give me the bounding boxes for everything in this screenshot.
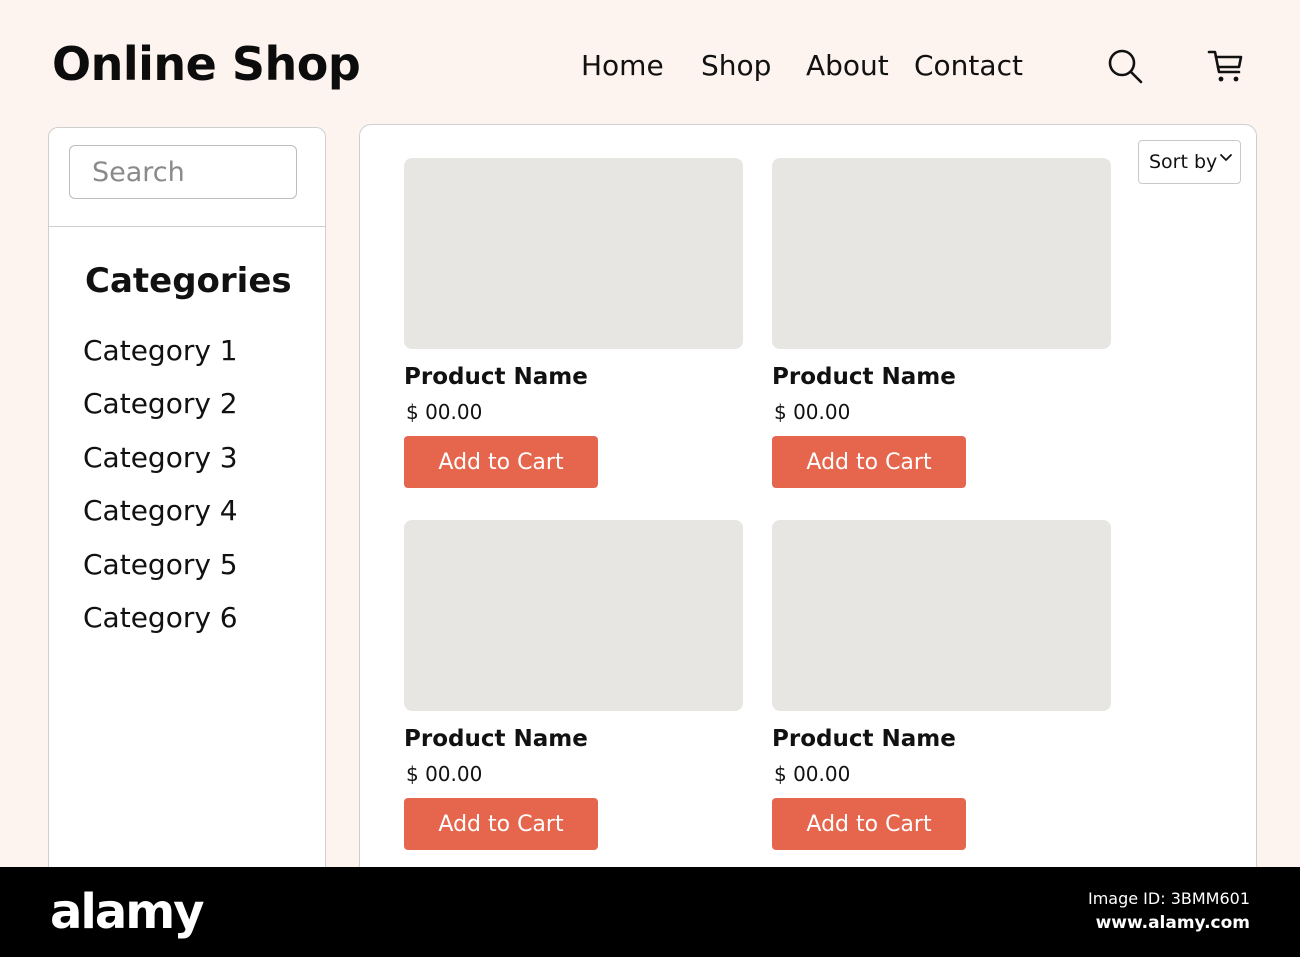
category-item-6[interactable]: Category 6 [83,591,238,644]
product-name[interactable]: Product Name [772,722,956,756]
cart-icon[interactable] [1206,46,1246,86]
product-image-placeholder[interactable] [772,158,1111,349]
categories-title: Categories [85,261,292,301]
product-price: $ 00.00 [774,762,851,786]
sidebar-divider [49,226,325,227]
product-card: Product Name $ 00.00 Add to Cart [404,158,744,493]
nav-home[interactable]: Home [581,44,664,88]
add-to-cart-button[interactable]: Add to Cart [404,436,598,488]
product-image-placeholder[interactable] [404,520,743,711]
category-item-1[interactable]: Category 1 [83,324,238,377]
watermark-footer: alamy Image ID: 3BMM601 www.alamy.com [0,867,1300,957]
nav-about[interactable]: About [806,44,889,88]
product-price: $ 00.00 [774,400,851,424]
page: Online Shop Home Shop About Contact Cate… [0,0,1300,867]
product-panel: Sort by Product Name $ 00.00 Add to Cart… [359,124,1257,867]
product-price: $ 00.00 [406,762,483,786]
search-input[interactable] [70,146,296,198]
product-card: Product Name $ 00.00 Add to Cart [772,158,1112,493]
product-name[interactable]: Product Name [404,360,588,394]
product-price: $ 00.00 [406,400,483,424]
sort-by-dropdown[interactable]: Sort by [1138,140,1241,184]
product-name[interactable]: Product Name [772,360,956,394]
product-card: Product Name $ 00.00 Add to Cart [404,520,744,855]
product-name[interactable]: Product Name [404,722,588,756]
site-logo[interactable]: Online Shop [52,34,361,94]
product-card: Product Name $ 00.00 Add to Cart [772,520,1112,855]
product-image-placeholder[interactable] [772,520,1111,711]
add-to-cart-button[interactable]: Add to Cart [772,798,966,850]
search-box [69,145,297,199]
add-to-cart-button[interactable]: Add to Cart [404,798,598,850]
footer-image-id: Image ID: 3BMM601 [1087,889,1250,908]
add-to-cart-button[interactable]: Add to Cart [772,436,966,488]
footer-url: www.alamy.com [1095,913,1250,933]
category-list: Category 1 Category 2 Category 3 Categor… [83,324,238,644]
category-item-3[interactable]: Category 3 [83,431,238,484]
chevron-down-icon [1220,154,1232,161]
sidebar: Categories Category 1 Category 2 Categor… [48,127,326,867]
product-image-placeholder[interactable] [404,158,743,349]
category-item-4[interactable]: Category 4 [83,484,238,537]
sort-by-label: Sort by [1149,151,1218,173]
search-icon[interactable] [1105,46,1145,86]
category-item-2[interactable]: Category 2 [83,377,238,430]
nav-contact[interactable]: Contact [914,44,1023,88]
category-item-5[interactable]: Category 5 [83,538,238,591]
nav-shop[interactable]: Shop [701,44,771,88]
footer-brand: alamy [50,884,205,940]
